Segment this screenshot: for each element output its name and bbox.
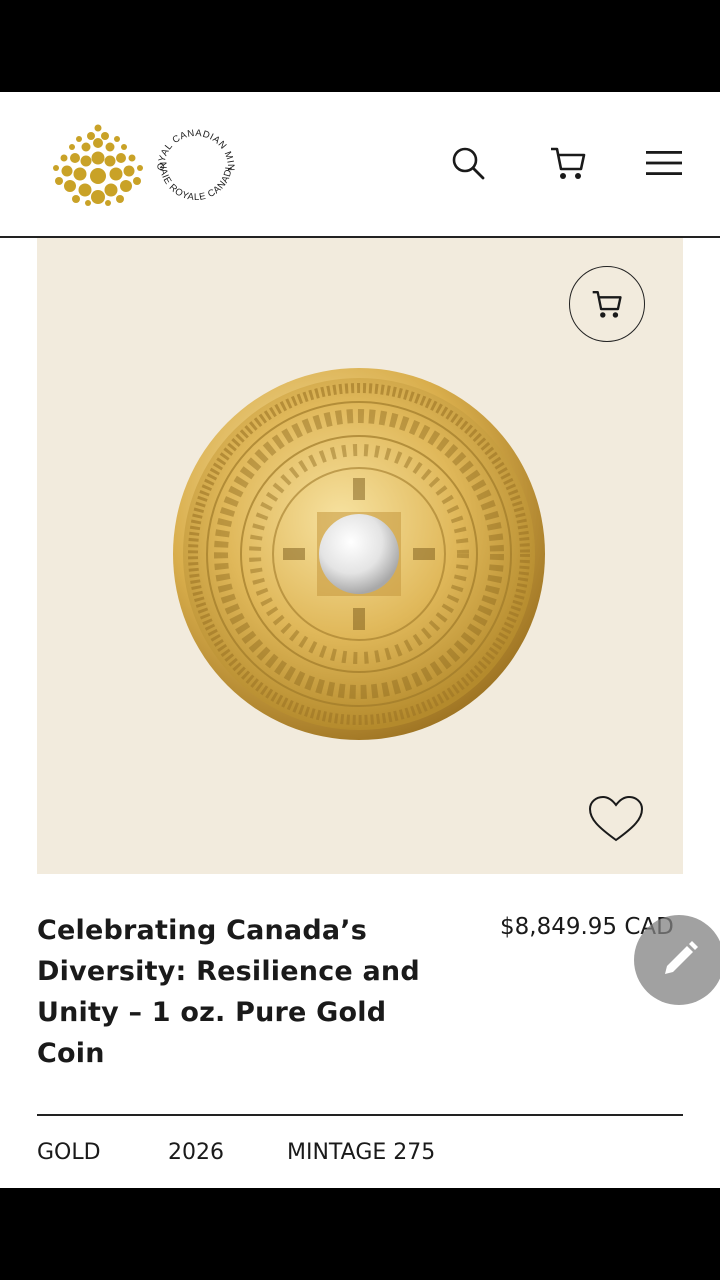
wishlist-button[interactable] bbox=[587, 794, 645, 844]
heart-icon bbox=[588, 795, 644, 842]
pencil-icon bbox=[665, 941, 698, 974]
maple-leaf-dots-logo-mark bbox=[53, 124, 143, 206]
attribute-metal: GOLD bbox=[37, 1140, 101, 1165]
quick-add-to-cart-button[interactable] bbox=[569, 266, 645, 342]
logo-circular-wordmark: ROYAL CANADIAN MINT MONNAIE ROYALE CANAD… bbox=[154, 124, 235, 203]
product-page: ROYAL CANADIAN MINT MONNAIE ROYALE CANAD… bbox=[0, 92, 720, 1188]
menu-button[interactable] bbox=[641, 140, 687, 186]
hamburger-menu-icon bbox=[646, 151, 682, 175]
product-title: Celebrating Canada’s Diversity: Resilien… bbox=[37, 915, 420, 1069]
floating-edit-button[interactable] bbox=[634, 915, 720, 1005]
cart-icon bbox=[592, 291, 622, 318]
product-attributes: GOLD 2026 MINTAGE 275 bbox=[37, 1140, 683, 1170]
product-image-panel bbox=[37, 238, 683, 874]
attribute-year: 2026 bbox=[168, 1140, 224, 1165]
royal-canadian-mint-logo[interactable]: ROYAL CANADIAN MINT MONNAIE ROYALE CANAD… bbox=[50, 122, 250, 208]
site-header: ROYAL CANADIAN MINT MONNAIE ROYALE CANAD… bbox=[0, 92, 720, 238]
cart-button[interactable] bbox=[545, 140, 591, 186]
system-navigation-bar bbox=[0, 1188, 720, 1280]
status-bar bbox=[0, 0, 720, 92]
cart-icon bbox=[551, 147, 586, 179]
search-icon bbox=[452, 147, 485, 180]
attribute-mintage: MINTAGE 275 bbox=[287, 1140, 436, 1165]
divider bbox=[37, 1114, 683, 1116]
search-button[interactable] bbox=[445, 140, 491, 186]
gold-coin-image[interactable] bbox=[171, 366, 547, 742]
